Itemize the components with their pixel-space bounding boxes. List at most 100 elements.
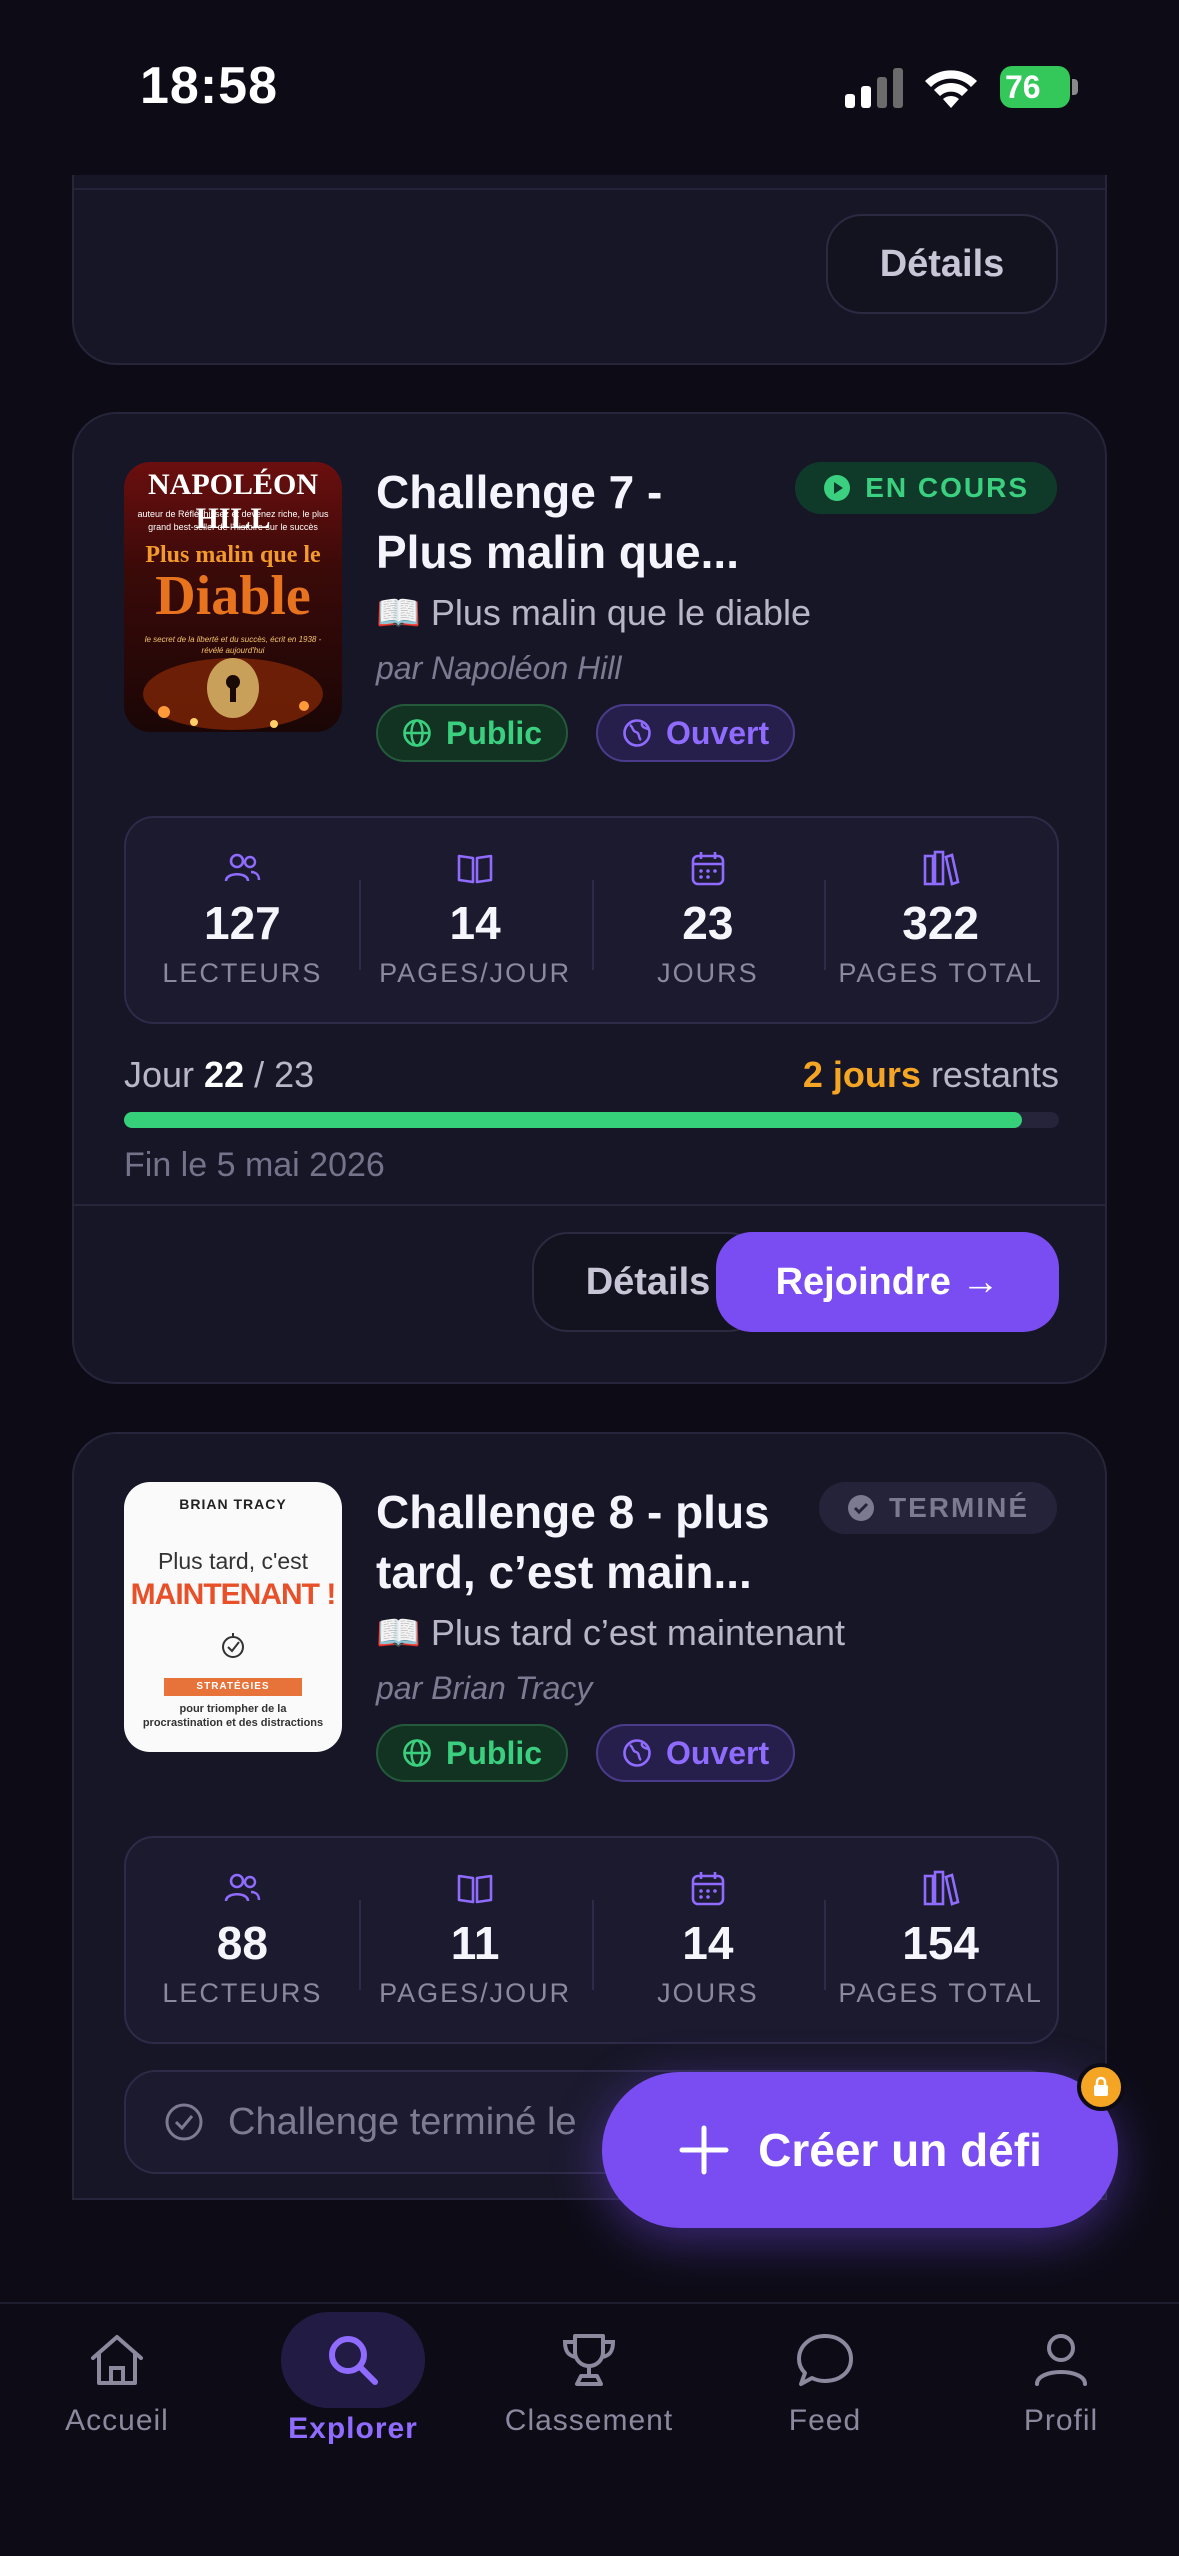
- cellular-signal-icon: [845, 68, 903, 108]
- check-circle-icon: [848, 1495, 874, 1521]
- earth-icon: [623, 719, 651, 747]
- card-divider: [74, 188, 1105, 190]
- stat-value: 127: [204, 897, 281, 949]
- stat-total-pages: 322 PAGES TOTAL: [824, 818, 1057, 1022]
- stat-value: 322: [902, 897, 979, 949]
- plus-icon: [679, 2125, 729, 2175]
- stat-label: PAGES TOTAL: [838, 1978, 1043, 2008]
- tab-accueil[interactable]: Accueil: [0, 2328, 235, 2438]
- challenge-title-line-2: tard, c’est main...: [376, 1546, 752, 1598]
- tab-profil[interactable]: Profil: [943, 2328, 1179, 2438]
- bottom-tab-bar: Accueil Explorer Classement Feed Profil: [0, 2302, 1179, 2556]
- book-title-text: Plus tard c’est maintenant: [430, 1612, 846, 1653]
- tab-label: Profil: [1023, 2404, 1099, 2437]
- tab-label: Accueil: [65, 2404, 169, 2437]
- finished-text: Challenge terminé le: [228, 2100, 577, 2143]
- details-button[interactable]: Détails: [826, 214, 1058, 314]
- challenge-title-line-2: Plus malin que...: [376, 526, 739, 578]
- check-circle-outline-icon: [165, 2103, 203, 2141]
- stat-value: 11: [450, 1917, 500, 1969]
- access-tag: Ouvert: [596, 1724, 796, 1782]
- keyhole-illustration: [143, 658, 323, 730]
- book-cover: NAPOLÉON HILL auteur de Réfléchissez et …: [124, 462, 342, 732]
- chat-bubble-icon: [797, 2334, 853, 2386]
- book-title: 📖 Plus malin que le diable: [376, 592, 811, 634]
- status-badge-label: EN COURS: [865, 472, 1029, 503]
- cover-subtitle: pour triompher de la procrastination et …: [142, 1703, 324, 1729]
- tab-classement[interactable]: Classement: [471, 2328, 707, 2438]
- status-bar: 18:58 76: [0, 0, 1179, 175]
- tab-label: Explorer: [288, 2412, 418, 2445]
- users-icon: [225, 1873, 261, 1902]
- access-label: Ouvert: [666, 1734, 770, 1771]
- stat-label: LECTEURS: [162, 958, 323, 988]
- access-tag: Ouvert: [596, 704, 796, 762]
- book-open-icon: [457, 854, 493, 884]
- book-title-text: Plus malin que le diable: [430, 592, 812, 633]
- book-emoji-icon: 📖: [376, 592, 421, 633]
- status-badge: TERMINÉ: [819, 1482, 1057, 1534]
- create-challenge-button[interactable]: Créer un défi: [602, 2072, 1118, 2228]
- card-divider: [74, 1204, 1105, 1206]
- progress-bar: [124, 1112, 1059, 1128]
- calendar-icon: [691, 1872, 725, 1906]
- stopwatch-icon: [222, 1633, 244, 1658]
- book-emoji-icon: 📖: [376, 1612, 421, 1653]
- stat-value: 23: [682, 897, 734, 949]
- stat-label: PAGES TOTAL: [838, 958, 1043, 988]
- challenge-title-line-1: Challenge 8 - plus: [376, 1486, 770, 1538]
- progress-bar-fill: [124, 1112, 1022, 1128]
- globe-icon: [403, 1739, 431, 1767]
- visibility-label: Public: [446, 1734, 543, 1771]
- search-icon: [329, 2336, 378, 2385]
- earth-icon: [623, 1739, 651, 1767]
- tab-label: Classement: [504, 2404, 674, 2437]
- stat-pages-per-day: 14 PAGES/JOUR: [358, 818, 592, 1022]
- stat-value: 154: [902, 1917, 979, 1969]
- globe-icon: [403, 719, 431, 747]
- days-remaining-count: 2 jours: [802, 1054, 921, 1095]
- day-prefix: Jour: [124, 1054, 195, 1095]
- progress-info: Jour 22 / 23 2 jours restants: [124, 1054, 1059, 1096]
- lock-icon: [1077, 2063, 1125, 2111]
- challenge-title[interactable]: Challenge 7 - Plus malin que...: [376, 462, 816, 582]
- library-icon: [923, 1870, 960, 1906]
- stat-value: 14: [449, 897, 501, 949]
- end-date: Fin le 5 mai 2026: [124, 1146, 385, 1184]
- cover-title-1: Plus tard, c'est: [157, 1548, 309, 1574]
- active-tab-indicator: [281, 2312, 425, 2408]
- cover-title-2: MAINTENANT !: [130, 1578, 337, 1611]
- stat-pages-per-day: 11 PAGES/JOUR: [358, 1838, 592, 2042]
- book-author: par Brian Tracy: [376, 1670, 593, 1706]
- stats-panel: 88 LECTEURS 11 PAGES/JOUR 14 JOURS 154 P…: [124, 1836, 1059, 2044]
- challenge-title-line-1: Challenge 7 -: [376, 466, 663, 518]
- challenge-card[interactable]: NAPOLÉON HILL auteur de Réfléchissez et …: [72, 412, 1107, 1384]
- battery-level: 76: [1005, 69, 1041, 105]
- stat-label: JOURS: [657, 958, 759, 988]
- stat-days: 14 JOURS: [591, 1838, 825, 2042]
- day-current: 22: [204, 1054, 245, 1095]
- cover-tagline: auteur de Réfléchissez et devenez riche,…: [137, 509, 329, 532]
- status-badge: EN COURS: [795, 462, 1057, 514]
- access-label: Ouvert: [666, 714, 770, 751]
- stat-label: LECTEURS: [162, 1978, 323, 2008]
- join-button[interactable]: Rejoindre →: [716, 1232, 1059, 1332]
- user-icon: [1035, 2334, 1087, 2386]
- tab-feed[interactable]: Feed: [707, 2328, 943, 2438]
- days-remaining-suffix: restants: [930, 1054, 1059, 1095]
- stat-total-pages: 154 PAGES TOTAL: [824, 1838, 1057, 2042]
- stat-label: PAGES/JOUR: [379, 958, 572, 988]
- play-circle-icon: [824, 475, 851, 501]
- home-icon: [91, 2335, 143, 2385]
- stat-days: 23 JOURS: [591, 818, 825, 1022]
- days-remaining: 2 jours restants: [803, 1054, 1059, 1096]
- stats-panel: 127 LECTEURS 14 PAGES/JOUR 23 JOURS 322 …: [124, 816, 1059, 1024]
- day-total: / 23: [254, 1054, 315, 1095]
- challenge-title[interactable]: Challenge 8 - plus tard, c’est main...: [376, 1482, 816, 1602]
- tab-explorer[interactable]: Explorer: [235, 2312, 471, 2446]
- tab-label: Feed: [788, 2404, 862, 2437]
- status-time: 18:58: [140, 57, 278, 115]
- cover-ribbon: STRATÉGIES RADICALES: [164, 1678, 302, 1710]
- status-badge-label: TERMINÉ: [889, 1492, 1029, 1523]
- cover-title-2: Diable: [155, 565, 311, 627]
